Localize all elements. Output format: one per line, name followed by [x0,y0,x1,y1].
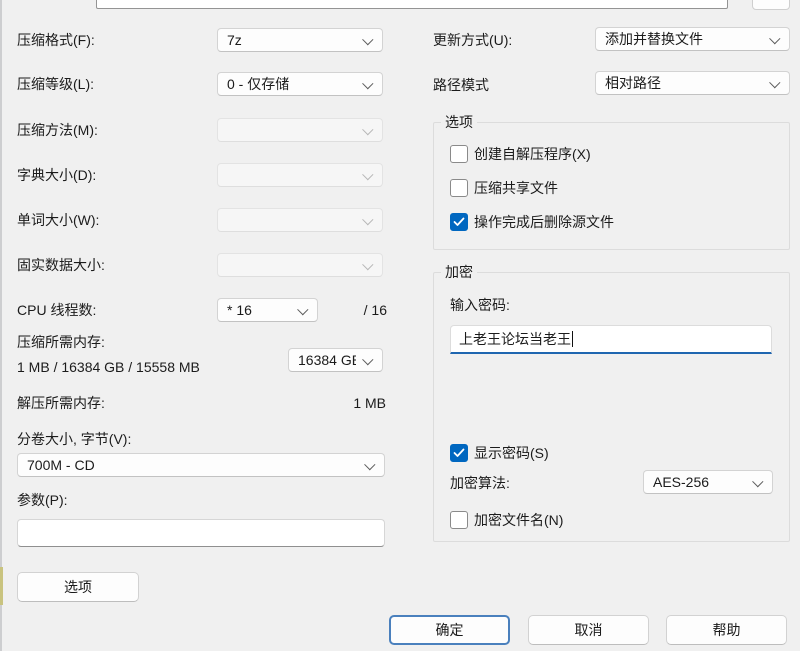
chevron-down-icon [769,33,780,44]
parameters-input[interactable] [17,519,385,547]
cpu-threads-max: / 16 [364,300,387,320]
format-select[interactable]: 7z [217,28,383,52]
password-input[interactable]: 上老王论坛当老王 [450,325,772,354]
password-value: 上老王论坛当老王 [459,329,571,349]
chevron-down-icon [362,169,373,180]
level-label: 压缩等级(L): [17,74,94,94]
show-password-checkbox[interactable] [450,444,468,462]
chevron-down-icon [362,124,373,135]
cpu-threads-label: CPU 线程数: [17,300,96,320]
encryption-group-title: 加密 [441,263,477,281]
level-select[interactable]: 0 - 仅存储 [217,72,383,96]
solid-size-select [217,253,383,277]
browse-button[interactable] [752,0,790,10]
memory-limit-select[interactable]: 16384 GB [288,348,383,372]
chevron-down-icon [362,214,373,225]
memory-limit-value: 16384 GB [298,352,356,368]
chevron-down-icon [752,476,763,487]
cpu-threads-value: * 16 [227,302,252,318]
cancel-button[interactable]: 取消 [528,615,649,645]
memory-decompress-value: 1 MB [353,393,386,413]
method-select [217,118,383,142]
encryption-method-value: AES-256 [653,474,709,490]
show-password-label: 显示密码(S) [474,443,549,463]
method-label: 压缩方法(M): [17,120,98,140]
ok-button[interactable]: 确定 [389,615,510,645]
archive-name-input[interactable] [96,0,728,9]
checkbox-row-show-password[interactable]: 显示密码(S) [450,443,549,463]
volume-size-value: 700M - CD [27,457,95,473]
ok-button-label: 确定 [436,620,464,640]
word-size-select [217,208,383,232]
memory-decompress-label: 解压所需内存: [17,393,105,413]
text-caret [572,331,573,347]
shared-files-checkbox[interactable] [450,179,468,197]
chevron-down-icon [362,78,373,89]
chevron-down-icon [362,259,373,270]
encrypt-names-checkbox[interactable] [450,511,468,529]
options-group-title: 选项 [441,113,477,131]
delete-after-label: 操作完成后删除源文件 [474,212,614,232]
options-button-label: 选项 [64,577,92,597]
encryption-method-label: 加密算法: [450,473,510,493]
window-left-edge [0,0,2,651]
help-button-label: 帮助 [713,620,741,640]
update-mode-label: 更新方式(U): [433,30,512,50]
checkbox-row-encrypt-names[interactable]: 加密文件名(N) [450,510,563,530]
path-mode-select[interactable]: 相对路径 [595,71,790,95]
memory-compress-detail: 1 MB / 16384 GB / 15558 MB [17,357,200,377]
create-sfx-checkbox[interactable] [450,145,468,163]
encrypt-names-label: 加密文件名(N) [474,510,563,530]
dictionary-label: 字典大小(D): [17,165,96,185]
update-mode-select[interactable]: 添加并替换文件 [595,27,790,51]
cancel-button-label: 取消 [575,620,603,640]
help-button[interactable]: 帮助 [666,615,787,645]
volume-size-select[interactable]: 700M - CD [17,453,385,477]
password-label: 输入密码: [450,295,510,315]
path-mode-label: 路径模式 [433,75,489,95]
path-mode-value: 相对路径 [605,73,661,93]
update-mode-value: 添加并替换文件 [605,29,703,49]
word-size-label: 单词大小(W): [17,210,99,230]
parameters-label: 参数(P): [17,490,68,510]
format-label: 压缩格式(F): [17,30,95,50]
solid-size-label: 固实数据大小: [17,255,105,275]
chevron-down-icon [769,77,780,88]
chevron-down-icon [362,34,373,45]
checkbox-row-delete-after[interactable]: 操作完成后删除源文件 [450,212,614,232]
shared-files-label: 压缩共享文件 [474,178,558,198]
delete-after-checkbox[interactable] [450,213,468,231]
level-value: 0 - 仅存储 [227,74,289,94]
chevron-down-icon [297,304,308,315]
cpu-threads-select[interactable]: * 16 [217,298,318,322]
format-value: 7z [227,32,242,48]
dictionary-select [217,163,383,187]
checkbox-row-create-sfx[interactable]: 创建自解压程序(X) [450,144,591,164]
volume-size-label: 分卷大小, 字节(V): [17,429,131,449]
options-button[interactable]: 选项 [17,572,139,602]
encryption-method-select[interactable]: AES-256 [643,470,773,494]
create-sfx-label: 创建自解压程序(X) [474,144,591,164]
memory-compress-label: 压缩所需内存: [17,332,105,352]
add-to-archive-dialog: 压缩格式(F): 7z 压缩等级(L): 0 - 仅存储 压缩方法(M): 字典… [0,0,800,651]
background-window-sliver [0,567,3,605]
chevron-down-icon [362,354,373,365]
checkbox-row-shared-files[interactable]: 压缩共享文件 [450,178,558,198]
chevron-down-icon [364,459,375,470]
